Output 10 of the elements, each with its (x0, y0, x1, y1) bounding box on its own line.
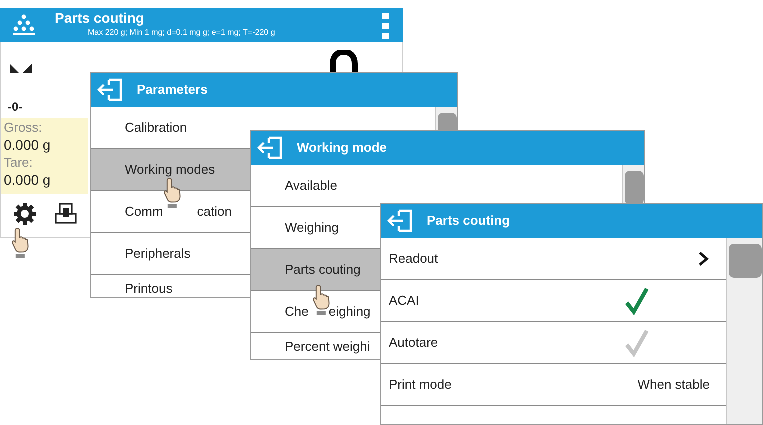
info-value: 0.000 g (4, 136, 52, 155)
info-label: Tare: (4, 155, 34, 171)
option-value: When stable (638, 376, 710, 394)
scale-specification: Max 220 g; Min 1 mg; d=0.1 mg g; e=1 mg; T=-220 g (88, 28, 276, 38)
zero-indicator: -0- (8, 99, 23, 116)
screen-title: Parts couting (55, 10, 144, 27)
window-title: Parts couting (427, 212, 510, 230)
info-label: Gross: (4, 120, 44, 136)
window-title: Parameters (137, 81, 208, 100)
info-value: 0.000 g (4, 171, 52, 190)
